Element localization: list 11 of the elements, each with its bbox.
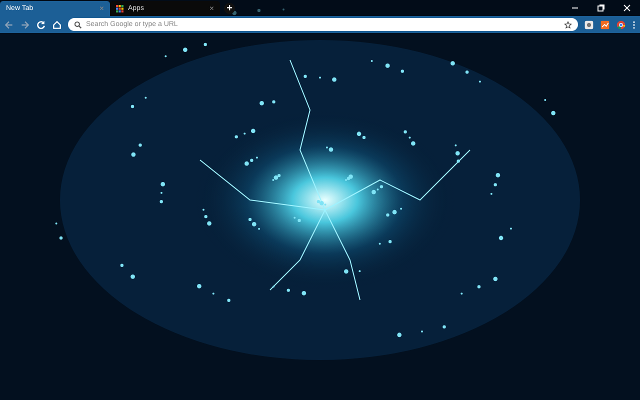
close-tab-button[interactable]: × [209,4,214,13]
home-icon[interactable] [52,20,62,30]
apps-grid-icon [116,4,124,12]
search-icon [74,20,82,28]
menu-icon[interactable] [632,20,636,30]
star-icon[interactable] [564,20,572,28]
reload-icon[interactable] [36,20,46,30]
extension-icon[interactable] [584,20,594,30]
back-icon[interactable] [4,20,14,30]
chart-extension-icon[interactable] [600,20,610,30]
forward-icon[interactable] [20,20,30,30]
